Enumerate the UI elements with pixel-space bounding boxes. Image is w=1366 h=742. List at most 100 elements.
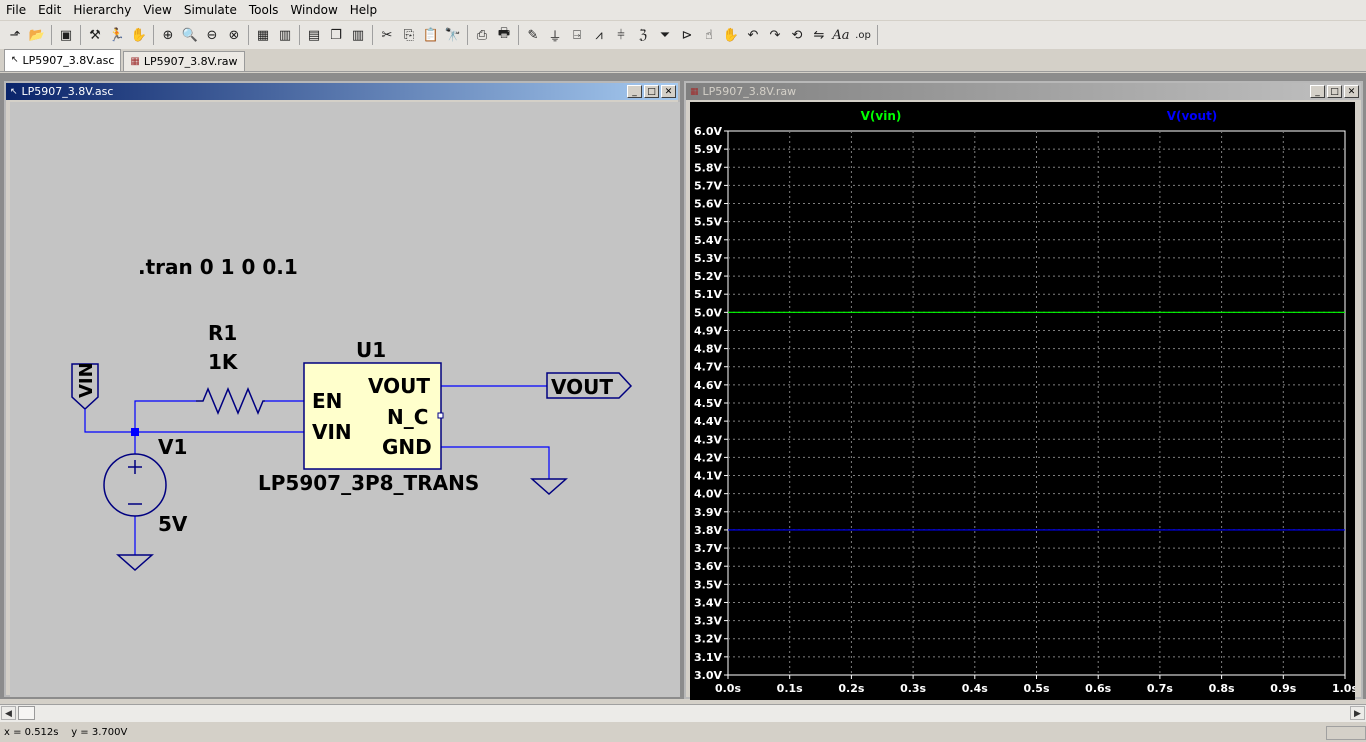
- print-icon[interactable]: 🖶: [493, 24, 515, 46]
- y-tick-label: 4.2V: [694, 451, 722, 464]
- y-tick-label: 5.1V: [694, 288, 722, 301]
- ground-symbol-u1[interactable]: [530, 478, 568, 496]
- vertical-autorange-icon[interactable]: ▥: [274, 24, 296, 46]
- cascade-icon[interactable]: ❐: [325, 24, 347, 46]
- pin-nc-label: N_C: [387, 405, 428, 429]
- save-icon[interactable]: ▣: [55, 24, 77, 46]
- schematic-canvas[interactable]: .tran 0 1 0 0.1 VIN R1 1K U1 EN VIN VOUT…: [10, 102, 680, 697]
- mirror-icon[interactable]: ⇋: [808, 24, 830, 46]
- capacitor-icon[interactable]: ⫩: [610, 24, 632, 46]
- maximize-button[interactable]: □: [644, 85, 659, 98]
- ground-icon[interactable]: ⏚: [544, 24, 566, 46]
- pin-en-label: EN: [312, 389, 342, 413]
- tab-waveform[interactable]: ▦ LP5907_3.8V.raw: [123, 51, 245, 71]
- y-tick-label: 3.7V: [694, 542, 722, 555]
- menu-edit[interactable]: Edit: [32, 0, 67, 20]
- waveform-chart: 3.0V 3.1V 3.2V 3.3V 3.4V 3.5V 3.6V 3.7V 3.8V 3.9V…: [694, 109, 1358, 695]
- cut-icon[interactable]: ✂: [376, 24, 398, 46]
- text-icon[interactable]: Aa: [830, 24, 852, 46]
- menu-view[interactable]: View: [137, 0, 177, 20]
- schematic-titlebar[interactable]: ↖ LP5907_3.8V.asc _ □ ✕: [6, 83, 678, 100]
- zoom-in-icon[interactable]: ⊕: [157, 24, 179, 46]
- maximize-button[interactable]: □: [1327, 85, 1342, 98]
- scroll-left-icon[interactable]: ◀: [1, 706, 16, 720]
- drag-icon[interactable]: ✋: [720, 24, 742, 46]
- close-button[interactable]: ✕: [661, 85, 676, 98]
- horizontal-scrollbar[interactable]: ◀ ▶: [0, 704, 1366, 722]
- zoom-out-icon[interactable]: ⊖: [201, 24, 223, 46]
- y-tick-label: 3.4V: [694, 596, 722, 609]
- wire-r1-left[interactable]: [134, 400, 196, 432]
- inductor-icon[interactable]: ℨ: [632, 24, 654, 46]
- run-icon[interactable]: 🏃: [106, 24, 128, 46]
- x-tick-label: 1.0s: [1332, 682, 1355, 695]
- move-icon[interactable]: ☝: [698, 24, 720, 46]
- halt-icon[interactable]: ✋: [128, 24, 150, 46]
- menu-window[interactable]: Window: [284, 0, 343, 20]
- x-tick-label: 0.2s: [838, 682, 864, 695]
- legend-entry[interactable]: V(vout): [1167, 109, 1218, 123]
- toolbar-separator: [518, 25, 519, 45]
- u1-name: U1: [356, 338, 386, 362]
- autorange-icon[interactable]: ▦: [252, 24, 274, 46]
- redo-icon[interactable]: ↷: [764, 24, 786, 46]
- tile-vertical-icon[interactable]: ▥: [347, 24, 369, 46]
- ground-symbol-v1[interactable]: [116, 554, 154, 572]
- menu-tools[interactable]: Tools: [243, 0, 285, 20]
- minimize-button[interactable]: _: [627, 85, 642, 98]
- plot-titlebar[interactable]: ▦ LP5907_3.8V.raw _ □ ✕: [686, 83, 1361, 100]
- tab-schematic[interactable]: ↖ LP5907_3.8V.asc: [4, 49, 122, 71]
- toolbar-separator: [467, 25, 468, 45]
- menu-help[interactable]: Help: [344, 0, 383, 20]
- r1-value: 1K: [208, 350, 239, 374]
- resistor-icon[interactable]: ⩘: [588, 24, 610, 46]
- toolbar-separator: [877, 25, 878, 45]
- diode-icon[interactable]: ⏷: [654, 24, 676, 46]
- x-tick-label: 0.0s: [715, 682, 741, 695]
- net-label-vin[interactable]: VIN: [71, 362, 99, 411]
- new-schematic-icon[interactable]: ⬏: [4, 24, 26, 46]
- print-setup-icon[interactable]: ⎙: [471, 24, 493, 46]
- voltage-source-v1[interactable]: [103, 453, 167, 517]
- menu-file[interactable]: File: [0, 0, 32, 20]
- scroll-right-icon[interactable]: ▶: [1350, 706, 1365, 720]
- rotate-icon[interactable]: ⟲: [786, 24, 808, 46]
- legend-entry[interactable]: V(vin): [861, 109, 902, 123]
- wire-icon[interactable]: ✎: [522, 24, 544, 46]
- tile-horizontal-icon[interactable]: ▤: [303, 24, 325, 46]
- y-tick-label: 4.3V: [694, 433, 722, 446]
- zoom-cancel-icon[interactable]: ⊗: [223, 24, 245, 46]
- pan-icon[interactable]: 🔍: [179, 24, 201, 46]
- scrollbar-thumb[interactable]: [18, 706, 35, 720]
- menu-simulate[interactable]: Simulate: [178, 0, 243, 20]
- spice-directive[interactable]: .tran 0 1 0 0.1: [138, 255, 298, 279]
- toolbar-separator: [299, 25, 300, 45]
- tab-label: LP5907_3.8V.raw: [143, 55, 238, 68]
- minimize-button[interactable]: _: [1310, 85, 1325, 98]
- label-net-icon[interactable]: ⍈: [566, 24, 588, 46]
- close-button[interactable]: ✕: [1344, 85, 1359, 98]
- waveform-plot-area[interactable]: 3.0V 3.1V 3.2V 3.3V 3.4V 3.5V 3.6V 3.7V 3.8V 3.9V…: [690, 102, 1358, 700]
- undo-icon[interactable]: ↶: [742, 24, 764, 46]
- copy-icon[interactable]: ⎘: [398, 24, 420, 46]
- menu-hierarchy[interactable]: Hierarchy: [67, 0, 137, 20]
- plot-window: ▦ LP5907_3.8V.raw _ □ ✕ 3.0V 3.1V 3.2V 3.3V…: [684, 81, 1363, 700]
- component-icon[interactable]: ⊳: [676, 24, 698, 46]
- y-tick-label: 3.5V: [694, 578, 722, 591]
- paste-icon[interactable]: 📋: [420, 24, 442, 46]
- spice-directive-icon[interactable]: .op: [852, 24, 874, 46]
- open-file-icon[interactable]: 📂: [26, 24, 48, 46]
- x-tick-label: 0.1s: [777, 682, 803, 695]
- pin-vin-label: VIN: [312, 420, 352, 444]
- schematic-doc-icon: ↖: [10, 86, 18, 97]
- resistor-r1[interactable]: [196, 387, 265, 415]
- tab-label: LP5907_3.8V.asc: [22, 54, 115, 67]
- wire-vin-node[interactable]: [84, 409, 135, 433]
- find-icon[interactable]: 🔭: [442, 24, 464, 46]
- plot-title: LP5907_3.8V.raw: [702, 85, 797, 98]
- y-tick-label: 5.8V: [694, 161, 722, 174]
- control-panel-icon[interactable]: ⚒: [84, 24, 106, 46]
- x-tick-label: 0.8s: [1209, 682, 1235, 695]
- net-label-vout[interactable]: VOUT: [546, 372, 633, 399]
- cursor-coordinates: x = 0.512s y = 3.700V: [4, 727, 128, 738]
